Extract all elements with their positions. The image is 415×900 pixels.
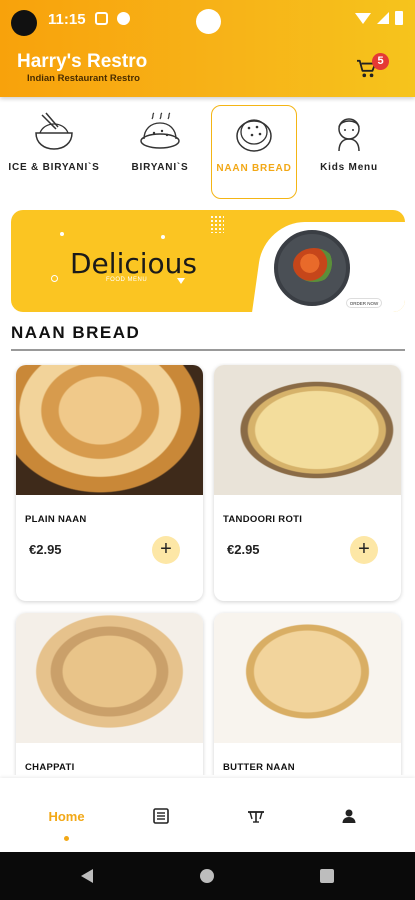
cart-count-badge: 5 [372,53,389,70]
category-rice-biryani[interactable]: ICE & BIRYANI`S [4,105,104,199]
rice-bowl-icon [35,112,73,150]
status-time: 11:15 [48,11,86,28]
product-image [214,365,401,495]
section-title: NAAN BREAD [11,323,141,342]
category-label: NAAN BREAD [216,163,292,174]
active-indicator [64,836,69,841]
back-icon[interactable] [81,869,93,883]
app-title: Harry's Restro [17,51,148,72]
order-now-button[interactable]: ORDER NOW [346,298,382,308]
category-label: Kids Menu [320,162,378,173]
category-kids-menu[interactable]: Kids Menu [302,105,396,199]
product-name: TANDOORI ROTI [223,514,303,525]
product-price: €2.95 [29,542,62,557]
category-bar: ICE & BIRYANI`S BIRYANI`S NAAN BREAD Kid… [0,105,415,201]
kid-icon [338,118,360,152]
recent-apps-icon[interactable] [320,869,334,883]
wifi-icon [355,12,371,24]
front-camera [196,9,221,34]
product-image [214,613,401,743]
product-card-tandoori-roti[interactable]: TANDOORI ROTI €2.95 + [214,365,401,601]
battery-icon [395,11,403,25]
bottom-navigation: Home [0,778,415,852]
table-icon [247,811,264,823]
app-header: 11:15 Harry's Restro Indian Restaurant R… [0,0,415,97]
banner-decoration [161,235,165,239]
banner-subtitle: FOOD MENU [106,277,148,283]
category-label: ICE & BIRYANI`S [8,162,100,173]
banner-decoration [60,232,64,236]
biryani-icon [140,112,180,149]
banner-decoration [210,215,224,233]
category-label: BIRYANI`S [131,162,189,173]
food-image [293,248,335,282]
menu-list-icon [152,808,169,824]
product-name: BUTTER NAAN [223,762,295,773]
category-naan-bread[interactable]: NAAN BREAD [211,105,297,199]
banner-title: Delicious [70,247,197,280]
nav-home[interactable]: Home [15,778,118,852]
signal-icon [377,12,389,24]
section-divider [11,349,405,351]
category-biryani[interactable]: BIRYANI`S [112,105,208,199]
nav-menu[interactable] [109,778,212,852]
banner-decoration [51,275,58,282]
product-price: €2.95 [227,542,260,557]
product-name: CHAPPATI [25,762,75,773]
app-subtitle: Indian Restaurant Restro [27,73,140,84]
naan-bread-icon [236,119,272,152]
camera-cutout [11,10,37,36]
promo-banner[interactable]: Delicious FOOD MENU ORDER NOW [11,210,405,312]
product-name: PLAIN NAAN [25,514,87,525]
notification-icon [95,12,108,25]
system-icons [355,11,403,25]
status-bar: 11:15 [0,0,415,38]
nav-profile[interactable] [297,778,400,852]
home-circle-icon[interactable] [200,869,214,883]
product-grid: PLAIN NAAN €2.95 + TANDOORI ROTI €2.95 +… [0,363,415,775]
profile-icon [342,809,355,823]
product-image [16,613,203,743]
product-image [16,365,203,495]
add-to-cart-button[interactable]: + [152,536,180,564]
app-notification-icon [117,12,130,25]
nav-table[interactable] [204,778,307,852]
system-navigation-bar [0,852,415,900]
nav-home-label: Home [48,809,85,824]
product-card-butter-naan[interactable]: BUTTER NAAN [214,613,401,775]
product-card-chappati[interactable]: CHAPPATI [16,613,203,775]
product-card-plain-naan[interactable]: PLAIN NAAN €2.95 + [16,365,203,601]
add-to-cart-button[interactable]: + [350,536,378,564]
